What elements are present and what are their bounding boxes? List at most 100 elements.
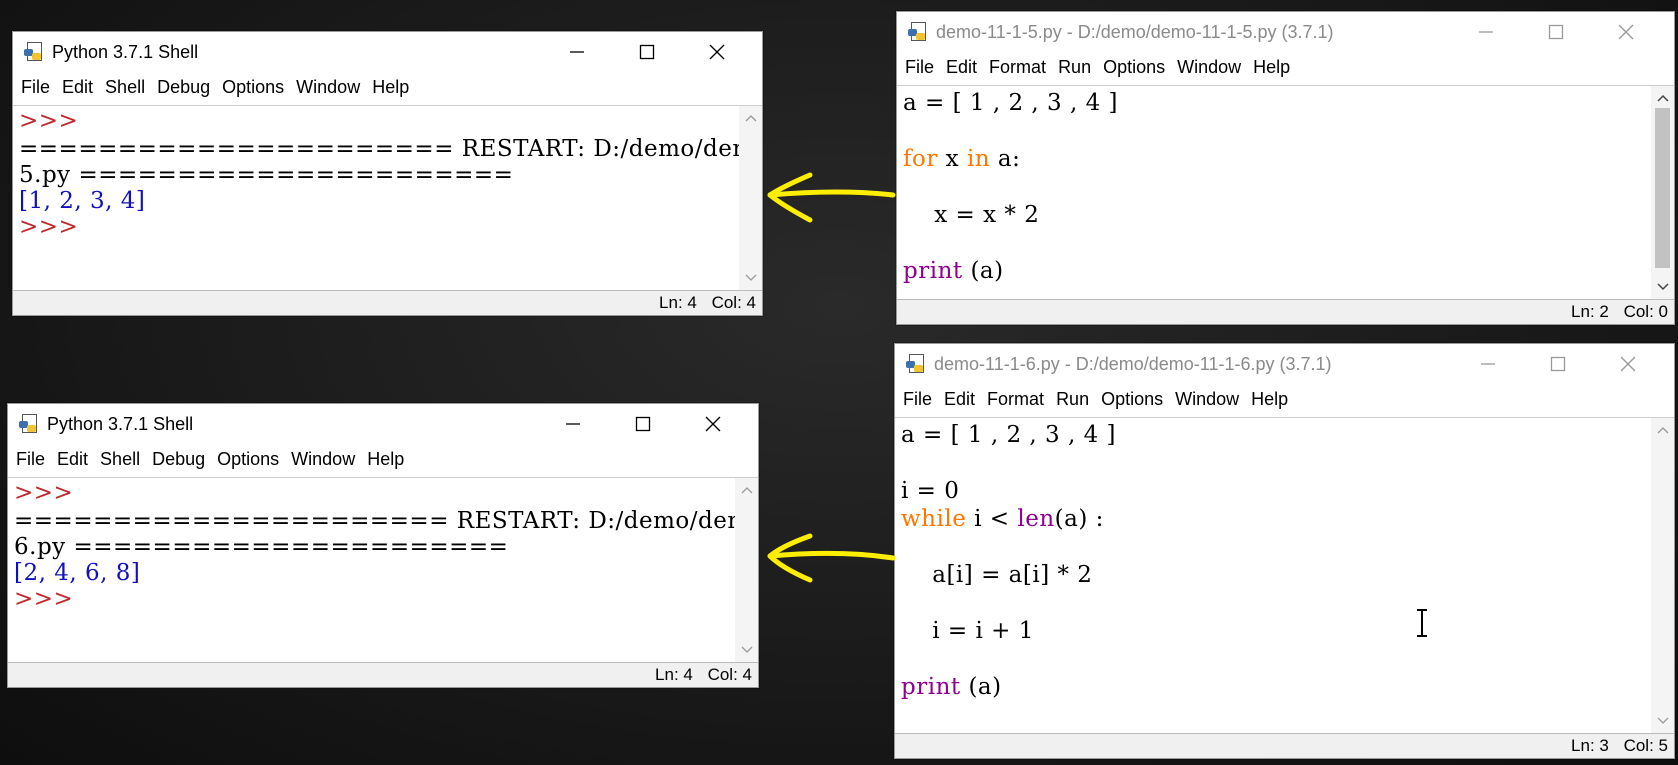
menu-file[interactable]: File [899,57,940,78]
code-line: a = [ 1 , 2 , 3 , 4 ] [903,90,1119,116]
menu-file[interactable]: File [15,77,56,98]
shell-text-area[interactable]: >>> ====================== RESTART: D:/d… [8,477,758,663]
code-editor-area[interactable]: a = [ 1 , 2 , 3 , 4 ] i = 0 while i < le… [895,417,1674,734]
builtin-print: print [903,258,963,284]
title-bar[interactable]: demo-11-1-6.py - D:/demo/demo-11-1-6.py … [895,344,1674,384]
status-column: Col: 5 [1623,736,1668,755]
keyword-for: for [903,146,938,172]
menu-shell[interactable]: Shell [94,449,146,470]
menu-debug[interactable]: Debug [151,77,216,98]
title-bar[interactable]: demo-11-1-5.py - D:/demo/demo-11-1-5.py … [897,12,1674,52]
status-bar: Ln: 4 Col: 4 [8,663,758,687]
scroll-up-icon[interactable] [739,108,762,128]
scroll-down-icon[interactable] [735,640,758,660]
vertical-scrollbar[interactable] [739,106,762,290]
menu-edit[interactable]: Edit [56,77,99,98]
keyword-while: while [901,506,967,532]
scroll-down-icon[interactable] [1651,277,1674,297]
scroll-up-icon[interactable] [735,480,758,500]
status-column: Col: 4 [707,665,752,684]
shell-line: >>> [14,586,74,612]
minimize-button[interactable] [550,404,596,444]
title-bar[interactable]: Python 3.7.1 Shell [8,404,758,444]
maximize-button[interactable] [624,32,670,72]
arrow-annotation [767,172,896,223]
scroll-down-icon[interactable] [1651,711,1674,731]
shell-line: ====================== RESTART: D:/demo/… [14,508,758,534]
status-line: Ln: 2 [1571,302,1609,321]
code-text: (a) [960,674,1002,700]
code-text: x [937,146,967,172]
minimize-button[interactable] [554,32,600,72]
scroll-down-icon[interactable] [739,268,762,288]
menu-edit[interactable]: Edit [51,449,94,470]
menu-bar: File Edit Shell Debug Options Window Hel… [13,72,762,102]
menu-window[interactable]: Window [290,77,366,98]
scroll-up-icon[interactable] [1651,420,1674,440]
maximize-icon [635,416,651,432]
status-bar: Ln: 3 Col: 5 [895,734,1674,758]
shell-text-area[interactable]: >>> ====================== RESTART: D:/d… [13,105,762,291]
menu-run[interactable]: Run [1052,57,1097,78]
menu-file[interactable]: File [897,389,938,410]
menu-window[interactable]: Window [1169,389,1245,410]
menu-format[interactable]: Format [981,389,1050,410]
menu-format[interactable]: Format [983,57,1052,78]
menu-bar: File Edit Format Run Options Window Help [897,52,1674,82]
window-title: Python 3.7.1 Shell [47,413,194,434]
menu-window[interactable]: Window [1171,57,1247,78]
maximize-button[interactable] [1533,12,1579,52]
python-file-icon [24,41,44,63]
code-line: x = x * 2 [903,202,1040,228]
maximize-icon [1550,356,1566,372]
menu-file[interactable]: File [10,449,51,470]
close-icon [1620,356,1636,372]
menu-help[interactable]: Help [361,449,410,470]
code-line: while i < len(a) : [901,506,1104,532]
menu-help[interactable]: Help [1245,389,1294,410]
menu-debug[interactable]: Debug [146,449,211,470]
status-column: Col: 0 [1623,302,1668,321]
menu-window[interactable]: Window [285,449,361,470]
maximize-button[interactable] [1535,344,1581,384]
minimize-button[interactable] [1463,12,1509,52]
menu-options[interactable]: Options [211,449,285,470]
close-button[interactable] [1603,12,1649,52]
close-icon [709,44,725,60]
menu-options[interactable]: Options [1095,389,1169,410]
menu-run[interactable]: Run [1050,389,1095,410]
shell-output: [1, 2, 3, 4] [19,188,146,214]
maximize-button[interactable] [620,404,666,444]
scroll-up-icon[interactable] [1651,88,1674,108]
close-button[interactable] [690,404,736,444]
menu-shell[interactable]: Shell [99,77,151,98]
minimize-icon [1479,31,1493,33]
code-line: i = i + 1 [901,618,1034,644]
shell-window-2: Python 3.7.1 Shell File Edit Shell Debug… [7,403,759,688]
menu-edit[interactable]: Edit [938,389,981,410]
editor-window-2: demo-11-1-6.py - D:/demo/demo-11-1-6.py … [894,343,1675,759]
title-bar[interactable]: Python 3.7.1 Shell [13,32,762,72]
menu-edit[interactable]: Edit [940,57,983,78]
close-button[interactable] [694,32,740,72]
menu-bar: File Edit Format Run Options Window Help [895,384,1674,414]
minimize-button[interactable] [1465,344,1511,384]
builtin-len: len [1017,506,1055,532]
shell-window-1: Python 3.7.1 Shell File Edit Shell Debug… [12,31,763,316]
vertical-scrollbar[interactable] [1651,86,1674,299]
code-editor-area[interactable]: a = [ 1 , 2 , 3 , 4 ] for x in a: x = x … [897,85,1674,300]
menu-help[interactable]: Help [366,77,415,98]
menu-options[interactable]: Options [1097,57,1171,78]
window-title: demo-11-1-5.py - D:/demo/demo-11-1-5.py … [936,21,1334,42]
scroll-thumb[interactable] [1655,108,1670,268]
menu-help[interactable]: Help [1247,57,1296,78]
vertical-scrollbar[interactable] [735,478,758,662]
close-button[interactable] [1605,344,1651,384]
code-line: print (a) [901,674,1002,700]
code-line: a = [ 1 , 2 , 3 , 4 ] [901,422,1117,448]
menu-options[interactable]: Options [216,77,290,98]
vertical-scrollbar[interactable] [1651,418,1674,733]
editor-window-1: demo-11-1-5.py - D:/demo/demo-11-1-5.py … [896,11,1675,325]
shell-line: 5.py ====================== [19,162,514,188]
maximize-icon [1548,24,1564,40]
